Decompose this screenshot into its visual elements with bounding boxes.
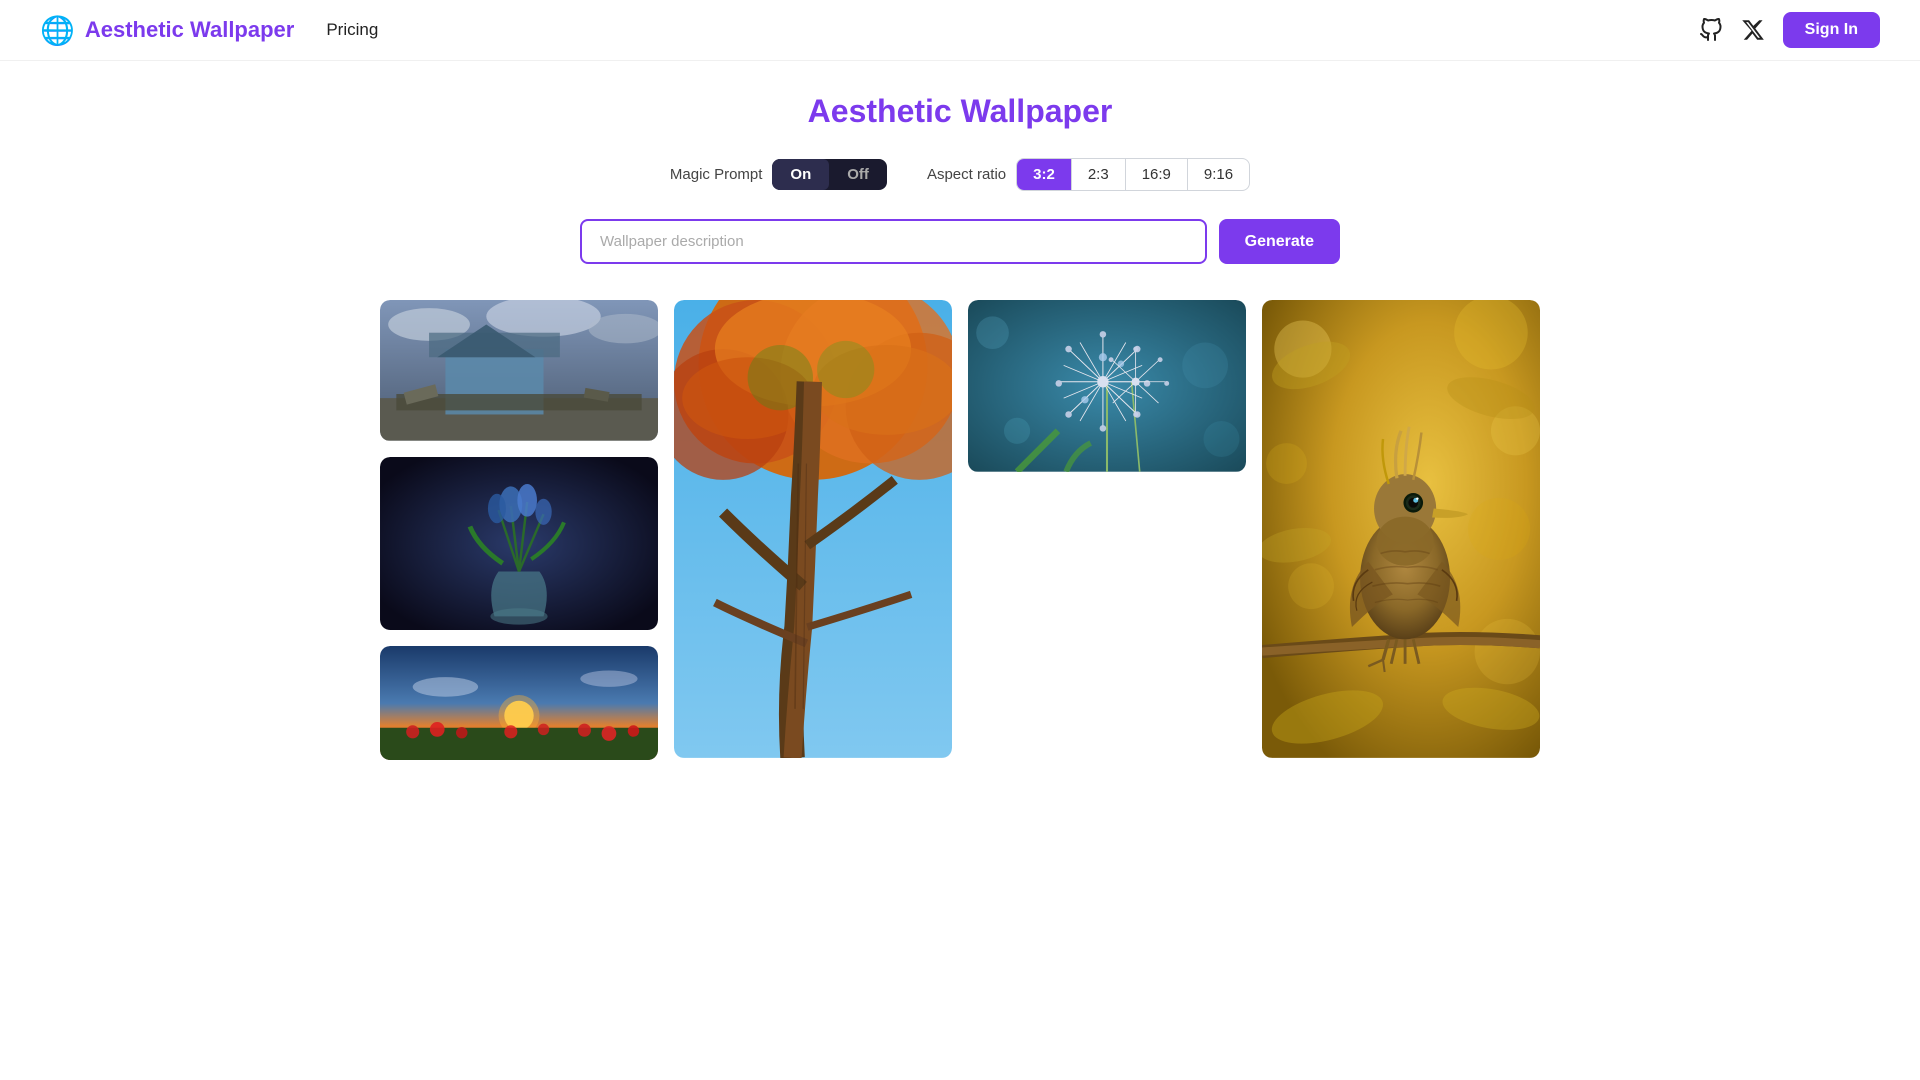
gallery-img-blue-tulips (380, 457, 658, 630)
magic-prompt-on[interactable]: On (772, 159, 829, 190)
magic-prompt-off[interactable]: Off (829, 159, 887, 190)
github-button[interactable] (1699, 18, 1723, 42)
logo-icon: 🌐 (40, 14, 75, 47)
gallery-img-ruined-house (380, 300, 658, 441)
search-input[interactable] (580, 219, 1207, 264)
gallery-img-autumn-tree (674, 300, 952, 758)
list-item[interactable] (674, 300, 952, 758)
aspect-ratio-group: Aspect ratio 3:2 2:3 16:9 9:16 (927, 158, 1250, 191)
list-item[interactable] (1262, 300, 1540, 758)
header: 🌐 Aesthetic Wallpaper Pricing Sign In (0, 0, 1920, 61)
logo[interactable]: 🌐 Aesthetic Wallpaper (40, 14, 294, 47)
magic-prompt-toggle: On Off (772, 159, 887, 190)
controls-row: Magic Prompt On Off Aspect ratio 3:2 2:3… (380, 158, 1540, 191)
magic-prompt-group: Magic Prompt On Off (670, 159, 887, 190)
magic-prompt-label: Magic Prompt (670, 166, 763, 183)
main-content: Aesthetic Wallpaper Magic Prompt On Off … (360, 61, 1560, 800)
aspect-btn-9-16[interactable]: 9:16 (1188, 159, 1249, 190)
twitter-x-icon (1741, 18, 1765, 42)
nav-pricing[interactable]: Pricing (326, 20, 378, 40)
sign-in-button[interactable]: Sign In (1783, 12, 1880, 48)
github-icon (1699, 18, 1723, 42)
generate-button[interactable]: Generate (1219, 219, 1340, 264)
search-row: Generate (580, 219, 1340, 264)
gallery (380, 300, 1540, 760)
gallery-img-sunset-poppies (380, 646, 658, 760)
twitter-x-button[interactable] (1741, 18, 1765, 42)
aspect-ratio-buttons: 3:2 2:3 16:9 9:16 (1016, 158, 1250, 191)
aspect-btn-3-2[interactable]: 3:2 (1017, 159, 1072, 190)
list-item[interactable] (380, 300, 658, 441)
gallery-img-bird-golden (1262, 300, 1540, 758)
gallery-img-dandelion-dew (968, 300, 1246, 472)
gallery-col-2 (674, 300, 952, 758)
page-title: Aesthetic Wallpaper (380, 93, 1540, 130)
list-item[interactable] (380, 646, 658, 760)
aspect-btn-16-9[interactable]: 16:9 (1126, 159, 1188, 190)
gallery-col-4 (1262, 300, 1540, 758)
list-item[interactable] (968, 300, 1246, 472)
logo-title: Aesthetic Wallpaper (85, 17, 294, 43)
aspect-ratio-label: Aspect ratio (927, 166, 1006, 183)
gallery-col-1 (380, 300, 658, 760)
header-left: 🌐 Aesthetic Wallpaper Pricing (40, 14, 378, 47)
header-right: Sign In (1699, 12, 1880, 48)
gallery-col-3 (968, 300, 1246, 472)
list-item[interactable] (380, 457, 658, 630)
aspect-btn-2-3[interactable]: 2:3 (1072, 159, 1126, 190)
